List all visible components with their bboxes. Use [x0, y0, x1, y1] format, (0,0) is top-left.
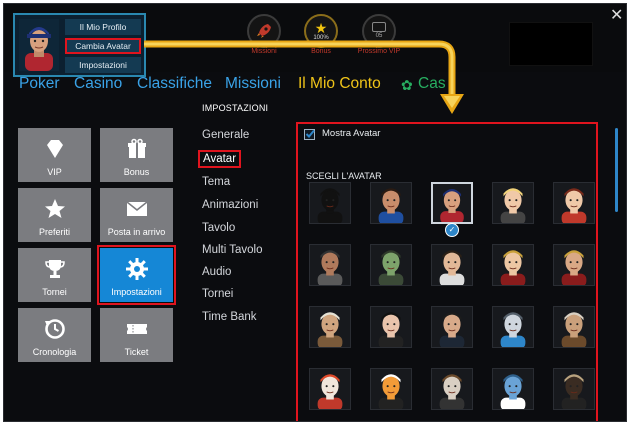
menu-animations[interactable]: Animazioni [202, 199, 258, 211]
menu-audio[interactable]: Audio [202, 266, 231, 278]
tile-label: Posta in arrivo [107, 227, 166, 237]
nav-missions[interactable]: Missioni [225, 75, 281, 93]
menu-multi-table[interactable]: Multi Tavolo [202, 244, 263, 256]
nav-poker[interactable]: Poker [19, 75, 60, 93]
avatar-option[interactable] [431, 244, 473, 286]
tile-history[interactable]: Cronologia [18, 308, 91, 362]
avatar-option[interactable] [492, 182, 534, 224]
tile-label: Bonus [123, 167, 150, 177]
avatar-option[interactable] [431, 306, 473, 348]
avatar-option[interactable] [492, 368, 534, 410]
menu-tournaments[interactable]: Tornei [202, 288, 233, 300]
avatar-option[interactable] [553, 182, 595, 224]
gift-icon [127, 138, 146, 158]
avatar-option[interactable] [309, 368, 351, 410]
avatar-option[interactable] [309, 182, 351, 224]
menu-general[interactable]: Generale [202, 129, 249, 141]
tile-label: VIP [47, 167, 62, 177]
nav-casino-live[interactable]: Cas [418, 75, 446, 93]
scrollbar[interactable] [615, 128, 618, 212]
avatar-option[interactable] [553, 306, 595, 348]
tile-label: Cronologia [32, 347, 77, 357]
tile-settings[interactable]: Impostazioni [97, 245, 176, 305]
menu-avatar[interactable]: Avatar [198, 150, 242, 168]
tile-label: Ticket [124, 347, 149, 357]
avatar-option[interactable] [553, 368, 595, 410]
tile-label: Tornei [42, 287, 67, 297]
avatar-option[interactable] [370, 368, 412, 410]
menu-time-bank[interactable]: Time Bank [202, 311, 257, 323]
gear-icon [125, 258, 148, 280]
avatar-option[interactable] [309, 306, 351, 348]
ticket-icon [126, 324, 147, 334]
avatar-option[interactable] [431, 368, 473, 410]
avatar-option[interactable] [370, 244, 412, 286]
star-icon [44, 199, 65, 218]
history-icon [44, 319, 65, 339]
avatar-option[interactable] [553, 244, 595, 286]
tile-vip[interactable]: VIP [18, 128, 91, 182]
avatar-option[interactable] [431, 182, 473, 224]
app-window: Missioni ★ 100% Bonus 05 Prossimo VIP ✕ [3, 3, 627, 422]
tile-favorites[interactable]: Preferiti [18, 188, 91, 242]
choose-avatar-title: SCEGLI L'AVATAR [306, 171, 382, 181]
diamond-icon [46, 140, 63, 158]
tile-label: Preferiti [38, 227, 70, 237]
tile-label: Impostazioni [111, 287, 162, 297]
checkmark-icon [305, 129, 315, 138]
menu-theme[interactable]: Tema [202, 176, 230, 188]
clover-icon: ✿ [401, 77, 413, 93]
nav-casino[interactable]: Casino [74, 75, 122, 93]
selected-check-icon: ✓ [445, 223, 459, 237]
mail-icon [126, 201, 147, 216]
settings-title: IMPOSTAZIONI [202, 103, 269, 113]
nav-leaderboards[interactable]: Classifiche [137, 75, 212, 93]
tile-ticket[interactable]: Ticket [100, 308, 173, 362]
show-avatar-label: Mostra Avatar [322, 128, 381, 139]
trophy-icon [44, 260, 65, 278]
tile-inbox[interactable]: Posta in arrivo [100, 188, 173, 242]
menu-table[interactable]: Tavolo [202, 222, 235, 234]
nav-my-account[interactable]: Il Mio Conto [298, 75, 381, 93]
tile-bonus[interactable]: Bonus [100, 128, 173, 182]
tile-tournaments[interactable]: Tornei [18, 248, 91, 302]
avatar-option[interactable] [370, 306, 412, 348]
avatar-option[interactable] [309, 244, 351, 286]
avatar-option[interactable] [370, 182, 412, 224]
avatar-option[interactable] [492, 306, 534, 348]
avatar-option[interactable] [492, 244, 534, 286]
show-avatar-checkbox[interactable] [304, 129, 315, 140]
